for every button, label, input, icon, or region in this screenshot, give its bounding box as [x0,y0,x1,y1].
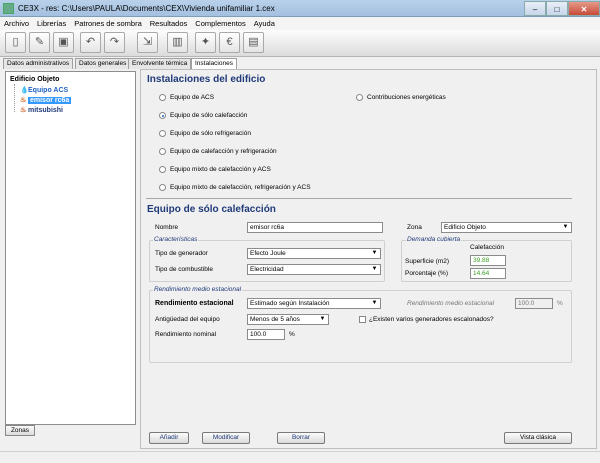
menu-librerias[interactable]: Librerías [33,17,70,30]
main-panel: Instalaciones del edificio Equipo de ACS… [140,69,597,449]
menu-archivo[interactable]: Archivo [0,17,33,30]
app-icon [3,3,14,14]
save-icon[interactable]: ▣ [53,32,74,53]
radio-mixto-calef-acs[interactable]: Equipo mixto de calefacción y ACS [159,166,271,173]
tree-root[interactable]: Edificio Objeto [10,76,59,83]
radio-mixto-calef-refrig-acs[interactable]: Equipo mixto de calefacción, refrigeraci… [159,184,311,191]
redo-icon[interactable]: ↷ [104,32,125,53]
status-bar [0,451,600,463]
caracteristicas-label: Características [153,236,199,243]
menu-patrones-sombra[interactable]: Patrones de sombra [70,17,146,30]
radio-equipo-acs[interactable]: Equipo de ACS [159,94,214,101]
rend-medio-input: 100.0 [515,298,553,309]
euro-icon[interactable]: € [219,32,240,53]
radio-solo-refrigeracion[interactable]: Equipo de sólo refrigeración [159,130,251,137]
rend-nominal-percent: % [289,331,295,338]
chevron-down-icon: ▼ [319,316,326,322]
antiguedad-label: Antigüedad del equipo [155,316,220,323]
antiguedad-select[interactable]: Menos de 5 años ▼ [247,314,329,325]
tree-item-equipo-acs[interactable]: 💧Equipo ACS [20,86,68,94]
new-document-icon[interactable]: ▯ [5,32,26,53]
radio-solo-calefaccion[interactable]: Equipo de sólo calefacción [159,112,247,119]
report-icon[interactable]: ▤ [243,32,264,53]
tab-datos-generales[interactable]: Datos generales [75,58,131,69]
zona-label: Zona [407,224,422,231]
rend-nominal-label: Rendimiento nominal [155,331,217,338]
rend-medio-percent: % [557,300,563,307]
porcentaje-input[interactable]: 14.64 [470,268,506,279]
tree-item-mitsubishi[interactable]: ♨ mitsubishi [20,106,63,114]
chevron-down-icon: ▼ [371,300,378,306]
rend-nominal-input[interactable]: 100.0 [247,329,285,340]
rendimiento-group-label: Rendimiento medio estacional [153,286,243,293]
nombre-label: Nombre [155,224,179,231]
radio-calef-refrig[interactable]: Equipo de calefacción y refrigeración [159,148,277,155]
radio-contribuciones[interactable]: Contribuciones energéticas [356,94,446,101]
zona-select[interactable]: Edificio Objeto ▼ [441,222,572,233]
divider [146,198,572,199]
rend-medio-label: Rendimiento medio estacional [407,300,495,307]
section-title: Instalaciones del edificio [147,74,266,85]
porcentaje-label: Porcentaje (%) [405,270,448,277]
form-title: Equipo de sólo calefacción [147,204,276,215]
maximize-button[interactable]: □ [546,1,568,16]
chevron-down-icon: ▼ [371,266,378,272]
heater-icon: ♨ [20,107,27,114]
modify-button[interactable]: Modificar [202,432,250,444]
menu-bar: Archivo Librerías Patrones de sombra Res… [0,17,600,30]
tab-datos-administrativos[interactable]: Datos administrativos [3,58,74,69]
delete-button[interactable]: Borrar [277,432,325,444]
minimize-button[interactable]: – [524,1,546,16]
demanda-label: Demanda cubierta [406,236,462,243]
menu-complementos[interactable]: Complementos [191,17,249,30]
title-bar: CE3X - res: C:\Users\PAULA\Documents\CEX… [0,0,600,17]
toolbar: ▯ ✎ ▣ ↶ ↷ ⇲ ▥ ✦ € ▤ [0,30,600,57]
classic-view-button[interactable]: Vista clásica [504,432,572,444]
caracteristicas-group [149,240,385,282]
tipo-combustible-select[interactable]: Electricidad ▼ [247,264,381,275]
rend-estacional-label: Rendimiento estacional [155,300,234,307]
tipo-combustible-label: Tipo de combustible [155,266,213,273]
calefaccion-header: Calefacción [470,244,504,251]
window-title: CE3X - res: C:\Users\PAULA\Documents\CEX… [18,4,275,13]
superficie-input[interactable]: 39.88 [470,255,506,266]
close-button[interactable]: ✕ [568,1,600,16]
zonas-button[interactable]: Zonas [5,425,35,436]
installations-tree: Edificio Objeto 💧Equipo ACS ♨ emisor rc6a… [5,71,136,425]
tab-envolvente-termica[interactable]: Envolvente térmica [128,58,192,69]
menu-ayuda[interactable]: Ayuda [250,17,279,30]
tipo-generador-label: Tipo de generador [155,250,208,257]
superficie-label: Superficie (m2) [405,258,450,265]
building-icon[interactable]: ▥ [167,32,188,53]
rend-estacional-select[interactable]: Estimado según Instalación ▼ [247,298,381,309]
menu-resultados[interactable]: Resultados [146,17,192,30]
import-icon[interactable]: ⇲ [137,32,158,53]
wand-icon[interactable]: ✦ [195,32,216,53]
undo-icon[interactable]: ↶ [80,32,101,53]
nombre-input[interactable]: emisor rc6a [247,222,383,233]
heater-icon: ♨ [20,97,27,104]
chevron-down-icon: ▼ [562,224,569,230]
edit-icon[interactable]: ✎ [29,32,50,53]
water-drop-icon: 💧 [20,87,29,94]
add-button[interactable]: Añadir [149,432,189,444]
tree-item-emisor[interactable]: ♨ emisor rc6a [20,96,72,104]
tipo-generador-select[interactable]: Efecto Joule ▼ [247,248,381,259]
escalonados-checkbox[interactable]: ¿Existen varios generadores escalonados? [359,316,494,323]
chevron-down-icon: ▼ [371,250,378,256]
